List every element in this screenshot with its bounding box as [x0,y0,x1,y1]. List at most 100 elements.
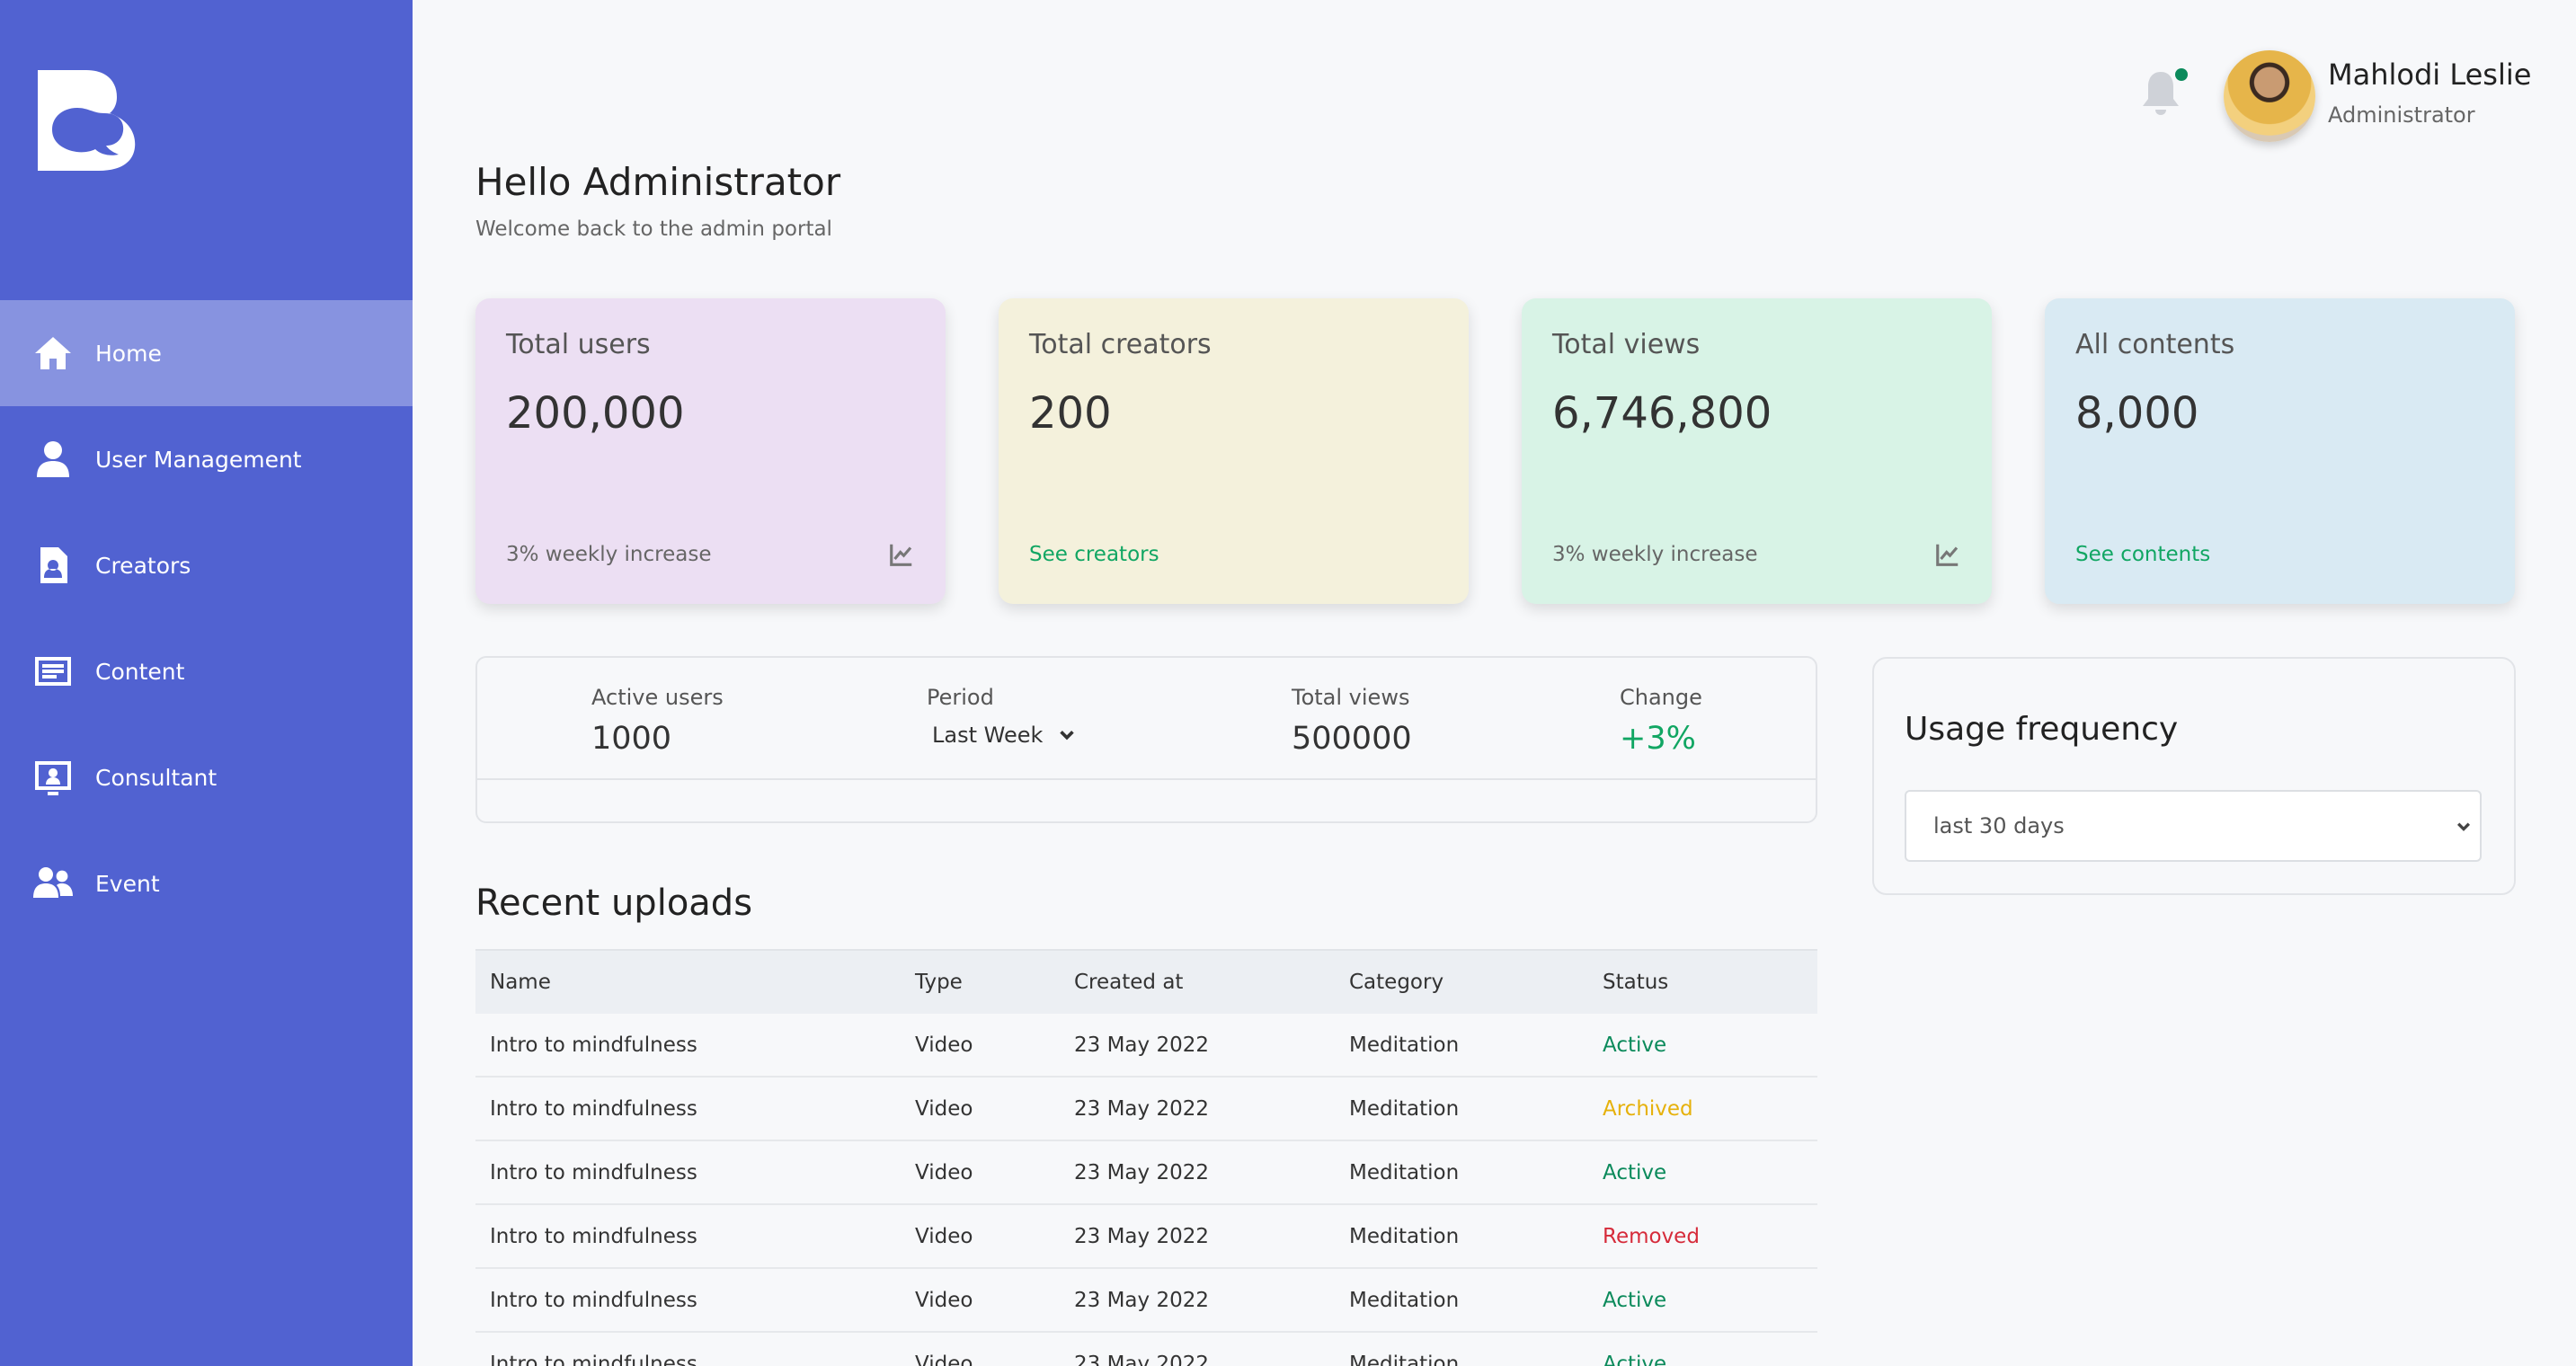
id-card-icon [31,543,76,588]
sidebar-item-user-management[interactable]: User Management [0,406,413,512]
total-views-label: Total views [1292,685,1410,710]
usage-frequency-panel: Usage frequency last 30 days [1872,657,2516,895]
recent-uploads-title: Recent uploads [475,883,753,924]
status-badge: Active [1603,1288,1667,1312]
stat-card-all-contents: All contents 8,000 See contents [2045,298,2515,604]
usage-frequency-select[interactable]: last 30 days [1905,790,2482,862]
table-row[interactable]: Intro to mindfulness Video 23 May 2022 M… [475,1205,1817,1269]
cell-category: Meditation [1349,1033,1460,1057]
cell-name: Intro to mindfulness [490,1160,697,1184]
stat-card-total-users: Total users 200,000 3% weekly increase [475,298,946,604]
column-header-type[interactable]: Type [915,971,963,994]
avatar[interactable] [2224,50,2315,142]
cell-category: Meditation [1349,1352,1460,1366]
cell-name: Intro to mindfulness [490,1096,697,1121]
column-header-created-at[interactable]: Created at [1074,971,1183,994]
change-label: Change [1620,685,1702,710]
cell-category: Meditation [1349,1096,1460,1121]
column-header-category[interactable]: Category [1349,971,1443,994]
cell-name: Intro to mindfulness [490,1288,697,1312]
cell-category: Meditation [1349,1288,1460,1312]
stat-card-total-creators: Total creators 200 See creators [999,298,1469,604]
see-contents-link[interactable]: See contents [2075,543,2210,566]
sidebar-nav: Home User Management Creators Content Co… [0,300,413,936]
table-row[interactable]: Intro to mindfulness Video 23 May 2022 M… [475,1269,1817,1333]
card-title: Total views [1552,329,1701,360]
stat-card-total-views: Total views 6,746,800 3% weekly increase [1522,298,1992,604]
usage-frequency-value: last 30 days [1933,813,2065,838]
sidebar-item-label: User Management [95,446,302,473]
page-subtitle: Welcome back to the admin portal [475,217,832,241]
user-role: Administrator [2328,102,2475,128]
user-icon [31,437,76,482]
sidebar-item-label: Creators [95,552,191,579]
divider [477,778,1816,780]
sidebar-item-label: Consultant [95,764,218,791]
active-users-label: Active users [591,685,724,710]
home-icon [31,331,76,376]
sidebar-item-content[interactable]: Content [0,618,413,724]
status-badge: Active [1603,1352,1667,1366]
see-creators-link[interactable]: See creators [1029,543,1159,566]
cell-category: Meditation [1349,1224,1460,1248]
card-value: 8,000 [2075,388,2199,439]
cell-created-at: 23 May 2022 [1074,1288,1209,1312]
status-badge: Archived [1603,1096,1693,1121]
total-views-value: 500000 [1292,721,1412,757]
card-footnote: 3% weekly increase [506,543,712,566]
card-title: Total creators [1029,329,1212,360]
period-label: Period [927,685,994,710]
sidebar-item-creators[interactable]: Creators [0,512,413,618]
period-select[interactable]: Last Week [932,723,1077,748]
cell-type: Video [915,1160,973,1184]
card-value: 6,746,800 [1552,388,1772,439]
recent-uploads-table: Name Type Created at Category Status Int… [475,949,1817,1366]
page-title: Hello Administrator [475,160,841,204]
cell-name: Intro to mindfulness [490,1224,697,1248]
cell-type: Video [915,1224,973,1248]
stats-panel: Active users 1000 Period Last Week Total… [475,656,1817,823]
status-badge: Removed [1603,1224,1700,1248]
status-badge: Active [1603,1033,1667,1057]
status-badge: Active [1603,1160,1667,1184]
cell-type: Video [915,1033,973,1057]
period-value: Last Week [932,723,1044,748]
app-logo[interactable] [34,67,142,173]
cell-created-at: 23 May 2022 [1074,1224,1209,1248]
sidebar-item-home[interactable]: Home [0,300,413,406]
column-header-name[interactable]: Name [490,971,551,994]
column-header-status[interactable]: Status [1603,971,1668,994]
user-name[interactable]: Mahlodi Leslie [2328,58,2531,92]
sidebar-item-label: Home [95,340,162,367]
notification-bell-button[interactable] [2139,68,2190,122]
table-row[interactable]: Intro to mindfulness Video 23 May 2022 M… [475,1141,1817,1205]
cell-type: Video [915,1096,973,1121]
cell-category: Meditation [1349,1160,1460,1184]
sidebar-item-event[interactable]: Event [0,830,413,936]
chevron-down-icon [2456,822,2471,831]
cell-name: Intro to mindfulness [490,1033,697,1057]
card-title: All contents [2075,329,2235,360]
table-header: Name Type Created at Category Status [475,949,1817,1014]
usage-frequency-title: Usage frequency [1905,711,2179,748]
table-row[interactable]: Intro to mindfulness Video 23 May 2022 M… [475,1014,1817,1078]
change-value: +3% [1620,721,1696,757]
sidebar-item-consultant[interactable]: Consultant [0,724,413,830]
cell-created-at: 23 May 2022 [1074,1033,1209,1057]
table-row[interactable]: Intro to mindfulness Video 23 May 2022 M… [475,1078,1817,1141]
sidebar-item-label: Content [95,658,185,685]
cell-created-at: 23 May 2022 [1074,1160,1209,1184]
cell-type: Video [915,1352,973,1366]
chart-line-icon [888,541,915,568]
table-row[interactable]: Intro to mindfulness Video 23 May 2022 M… [475,1333,1817,1366]
users-icon [31,861,76,906]
sidebar: Home User Management Creators Content Co… [0,0,413,1366]
card-value: 200 [1029,388,1112,439]
card-footnote: 3% weekly increase [1552,543,1758,566]
active-users-value: 1000 [591,721,672,757]
cell-created-at: 23 May 2022 [1074,1352,1209,1366]
cell-type: Video [915,1288,973,1312]
chart-line-icon [1934,541,1961,568]
content-icon [31,649,76,694]
sidebar-item-label: Event [95,870,160,897]
